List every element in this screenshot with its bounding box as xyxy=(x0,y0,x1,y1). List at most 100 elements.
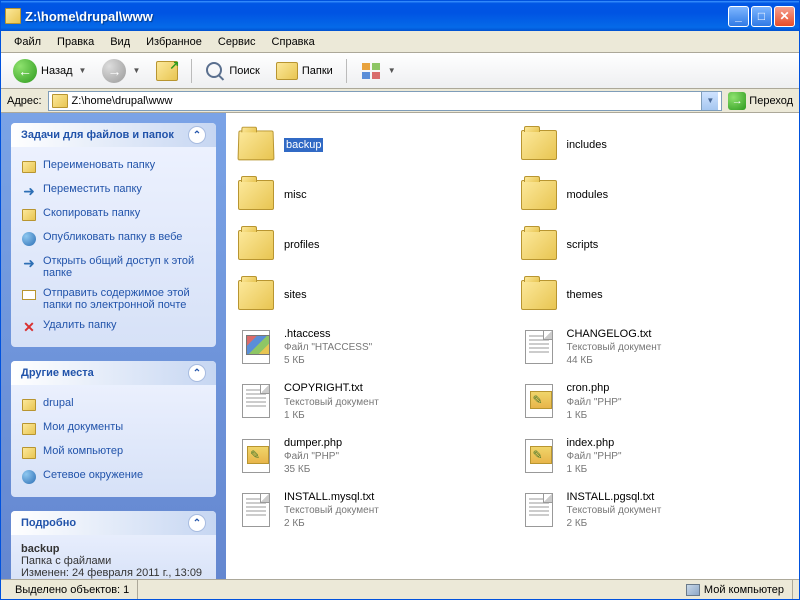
file-type: Файл "HTACCESS" xyxy=(284,341,372,354)
file-item[interactable]: misc xyxy=(234,175,509,215)
file-name: index.php xyxy=(567,436,622,450)
folders-button[interactable]: Папки xyxy=(270,59,339,83)
file-item[interactable]: includes xyxy=(517,125,792,165)
file-size: 44 КБ xyxy=(567,354,662,367)
minimize-button[interactable]: _ xyxy=(728,6,749,27)
statusbar: Выделено объектов: 1 Мой компьютер xyxy=(1,579,799,599)
task-label: Скопировать папку xyxy=(43,207,140,219)
place-item[interactable]: Сетевое окружение xyxy=(21,465,206,489)
folder-icon xyxy=(519,177,559,213)
tasks-panel: Задачи для файлов и папок⌃ Переименовать… xyxy=(11,123,216,347)
task-item[interactable]: ✕ Удалить папку xyxy=(21,315,206,339)
folder-icon xyxy=(519,277,559,313)
status-selection: Выделено объектов: 1 xyxy=(7,580,138,599)
place-item[interactable]: drupal xyxy=(21,393,206,417)
address-label: Адрес: xyxy=(7,95,42,107)
folder-icon xyxy=(21,421,37,437)
task-item[interactable]: ➜Переместить папку xyxy=(21,179,206,203)
file-item[interactable]: INSTALL.pgsql.txtТекстовый документ2 КБ xyxy=(517,488,792,532)
menubar: Файл Правка Вид Избранное Сервис Справка xyxy=(1,31,799,53)
menu-favorites[interactable]: Избранное xyxy=(139,34,209,50)
go-button[interactable]: → Переход xyxy=(728,92,793,110)
task-item[interactable]: Скопировать папку xyxy=(21,203,206,227)
up-button[interactable] xyxy=(150,58,184,84)
hta-icon xyxy=(236,329,276,365)
place-item[interactable]: Мои документы xyxy=(21,417,206,441)
toolbar: ← Назад ▼ → ▼ Поиск Папки ▼ xyxy=(1,53,799,89)
file-name: cron.php xyxy=(567,381,622,395)
file-size: 2 КБ xyxy=(284,517,379,530)
menu-view[interactable]: Вид xyxy=(103,34,137,50)
maximize-button[interactable]: □ xyxy=(751,6,772,27)
menu-file[interactable]: Файл xyxy=(7,34,48,50)
menu-tools[interactable]: Сервис xyxy=(211,34,263,50)
file-item[interactable]: cron.phpФайл "PHP"1 КБ xyxy=(517,379,792,423)
task-item[interactable]: Отправить содержимое этой папки по элект… xyxy=(21,283,206,315)
file-item[interactable]: scripts xyxy=(517,225,792,265)
file-name: CHANGELOG.txt xyxy=(567,327,662,341)
file-name: COPYRIGHT.txt xyxy=(284,381,379,395)
tasks-panel-header[interactable]: Задачи для файлов и папок⌃ xyxy=(11,123,216,147)
doc-icon xyxy=(236,383,276,419)
file-item[interactable]: INSTALL.mysql.txtТекстовый документ2 КБ xyxy=(234,488,509,532)
search-icon xyxy=(205,61,225,81)
file-item[interactable]: themes xyxy=(517,275,792,315)
file-type: Текстовый документ xyxy=(567,341,662,354)
file-size: 5 КБ xyxy=(284,354,372,367)
file-item[interactable]: COPYRIGHT.txtТекстовый документ1 КБ xyxy=(234,379,509,423)
file-type: Файл "PHP" xyxy=(567,450,622,463)
file-name: scripts xyxy=(567,238,599,252)
status-location: Мой компьютер xyxy=(678,580,793,599)
arrow-icon: ➜ xyxy=(21,255,37,271)
details-panel-header[interactable]: Подробно⌃ xyxy=(11,511,216,535)
task-label: Отправить содержимое этой папки по элект… xyxy=(43,287,206,311)
address-input[interactable]: Z:\home\drupal\www ▼ xyxy=(48,91,723,111)
task-label: Переименовать папку xyxy=(43,159,155,171)
separator xyxy=(346,59,347,83)
file-type: Файл "PHP" xyxy=(284,450,342,463)
separator xyxy=(191,59,192,83)
file-item[interactable]: backup xyxy=(234,125,509,165)
close-button[interactable]: ✕ xyxy=(774,6,795,27)
place-label: drupal xyxy=(43,397,74,409)
task-item[interactable]: Переименовать папку xyxy=(21,155,206,179)
titlebar[interactable]: Z:\home\drupal\www _ □ ✕ xyxy=(1,1,799,31)
address-dropdown[interactable]: ▼ xyxy=(701,92,718,110)
task-item[interactable]: ➜Открыть общий доступ к этой папке xyxy=(21,251,206,283)
forward-arrow-icon: → xyxy=(102,59,126,83)
details-type: Папка с файлами xyxy=(21,555,111,567)
file-view[interactable]: backupincludes misc modulesprofiles scripts… xyxy=(226,113,799,579)
del-icon: ✕ xyxy=(21,319,37,335)
folder-icon xyxy=(236,277,276,313)
file-item[interactable]: modules xyxy=(517,175,792,215)
globe-icon xyxy=(21,469,37,485)
place-item[interactable]: Мой компьютер xyxy=(21,441,206,465)
search-button[interactable]: Поиск xyxy=(199,58,265,84)
doc-icon xyxy=(519,492,559,528)
views-button[interactable]: ▼ xyxy=(354,58,402,84)
menu-edit[interactable]: Правка xyxy=(50,34,101,50)
back-button[interactable]: ← Назад ▼ xyxy=(7,56,92,86)
task-label: Удалить папку xyxy=(43,319,117,331)
folder-open-icon xyxy=(236,127,276,163)
folder-icon xyxy=(21,207,37,223)
file-size: 1 КБ xyxy=(284,409,379,422)
folder-icon xyxy=(236,227,276,263)
file-item[interactable]: index.phpФайл "PHP"1 КБ xyxy=(517,434,792,478)
file-item[interactable]: profiles xyxy=(234,225,509,265)
file-item[interactable]: dumper.phpФайл "PHP"35 КБ xyxy=(234,434,509,478)
task-label: Опубликовать папку в вебе xyxy=(43,231,182,243)
folder-icon xyxy=(519,227,559,263)
places-panel-header[interactable]: Другие места⌃ xyxy=(11,361,216,385)
doc-icon xyxy=(519,329,559,365)
folder-icon xyxy=(21,159,37,175)
php-icon xyxy=(519,383,559,419)
file-item[interactable]: .htaccessФайл "HTACCESS"5 КБ xyxy=(234,325,509,369)
file-item[interactable]: CHANGELOG.txtТекстовый документ44 КБ xyxy=(517,325,792,369)
task-item[interactable]: Опубликовать папку в вебе xyxy=(21,227,206,251)
menu-help[interactable]: Справка xyxy=(265,34,322,50)
file-name: misc xyxy=(284,188,307,202)
arrow-icon: ➜ xyxy=(21,183,37,199)
file-item[interactable]: sites xyxy=(234,275,509,315)
forward-button[interactable]: → ▼ xyxy=(96,56,146,86)
